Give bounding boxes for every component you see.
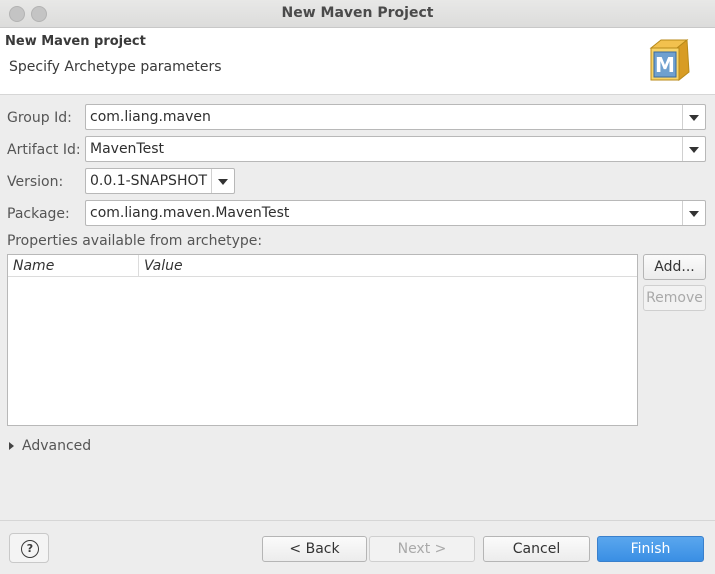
group-id-combo[interactable]: com.liang.maven xyxy=(85,104,706,130)
logo-letter: M xyxy=(655,53,675,77)
chevron-down-icon[interactable] xyxy=(211,169,234,193)
next-button[interactable]: Next > xyxy=(369,536,475,562)
artifact-id-value[interactable]: MavenTest xyxy=(90,141,164,157)
wizard-header: New Maven project Specify Archetype para… xyxy=(0,28,715,95)
package-combo[interactable]: com.liang.maven.MavenTest xyxy=(85,200,706,226)
finish-button[interactable]: Finish xyxy=(597,536,704,562)
wizard-title: New Maven project xyxy=(5,34,146,49)
column-header-value[interactable]: Value xyxy=(139,255,637,277)
add-property-button[interactable]: Add... xyxy=(643,254,706,280)
wizard-subtitle: Specify Archetype parameters xyxy=(9,59,222,75)
window-title: New Maven Project xyxy=(281,5,434,21)
artifact-id-label: Artifact Id: xyxy=(7,142,81,158)
version-combo[interactable]: 0.0.1-SNAPSHOT xyxy=(85,168,235,194)
artifact-id-combo[interactable]: MavenTest xyxy=(85,136,706,162)
back-button[interactable]: < Back xyxy=(262,536,367,562)
help-button[interactable]: ? xyxy=(9,533,49,563)
maven-logo-icon: M xyxy=(649,39,690,81)
package-label: Package: xyxy=(7,206,70,222)
properties-table[interactable]: Name Value xyxy=(7,254,638,426)
title-bar: New Maven Project xyxy=(0,0,715,28)
chevron-down-icon[interactable] xyxy=(682,201,705,225)
chevron-down-icon[interactable] xyxy=(682,137,705,161)
chevron-down-icon[interactable] xyxy=(682,105,705,129)
group-id-label: Group Id: xyxy=(7,110,72,126)
cancel-button[interactable]: Cancel xyxy=(483,536,590,562)
version-value[interactable]: 0.0.1-SNAPSHOT xyxy=(90,173,207,189)
column-header-name[interactable]: Name xyxy=(8,255,139,277)
group-id-value[interactable]: com.liang.maven xyxy=(90,109,211,125)
help-icon: ? xyxy=(21,540,39,558)
properties-label: Properties available from archetype: xyxy=(7,233,263,249)
remove-property-button[interactable]: Remove xyxy=(643,285,706,311)
advanced-toggle[interactable]: Advanced xyxy=(22,438,91,454)
expand-triangle-icon[interactable] xyxy=(9,442,14,450)
footer-divider xyxy=(0,520,715,521)
version-label: Version: xyxy=(7,174,64,190)
package-value[interactable]: com.liang.maven.MavenTest xyxy=(90,205,289,221)
